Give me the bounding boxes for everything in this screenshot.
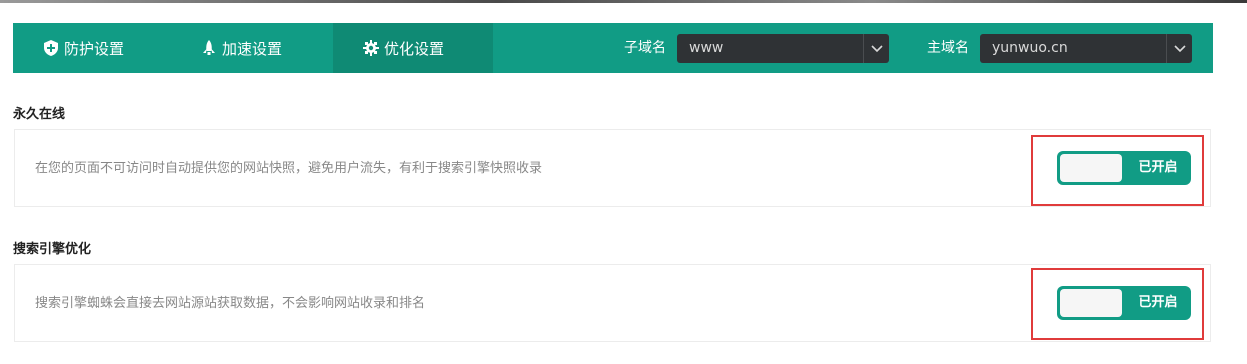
maindomain-value: yunwuo.cn — [992, 40, 1068, 56]
maindomain-select[interactable]: yunwuo.cn — [980, 34, 1192, 63]
window-top-strip — [0, 0, 1247, 3]
chevron-down-icon — [1166, 34, 1192, 63]
subdomain-value: www — [689, 40, 724, 56]
tab-label: 加速设置 — [222, 39, 283, 58]
tab-acceleration[interactable]: 加速设置 — [173, 23, 333, 73]
subdomain-label: 子域名 — [624, 40, 666, 56]
section-title-always-online: 永久在线 — [13, 107, 66, 122]
shield-plus-icon — [43, 40, 59, 56]
tab-optimization[interactable]: 优化设置 — [333, 23, 493, 73]
rocket-icon — [201, 40, 217, 56]
tab-label: 防护设置 — [64, 39, 125, 58]
highlight-box — [1031, 268, 1204, 340]
maindomain-label: 主域名 — [927, 40, 969, 56]
tab-protection[interactable]: 防护设置 — [13, 23, 173, 73]
subdomain-select[interactable]: www — [677, 34, 889, 63]
always-online-description: 在您的页面不可访问时自动提供您的网站快照，避免用户流失，有利于搜索引擎快照收录 — [35, 161, 543, 176]
section-title-seo: 搜索引擎优化 — [13, 242, 92, 257]
chevron-down-icon — [863, 34, 889, 63]
highlight-box — [1031, 135, 1204, 206]
tab-label: 优化设置 — [384, 39, 445, 58]
gear-icon — [363, 40, 379, 56]
seo-description: 搜索引擎蜘蛛会直接去网站源站获取数据，不会影响网站收录和排名 — [35, 296, 426, 311]
settings-navbar: 防护设置 加速设置 优化设置 子域名 www 主域名 yunwuo.cn — [13, 23, 1213, 73]
